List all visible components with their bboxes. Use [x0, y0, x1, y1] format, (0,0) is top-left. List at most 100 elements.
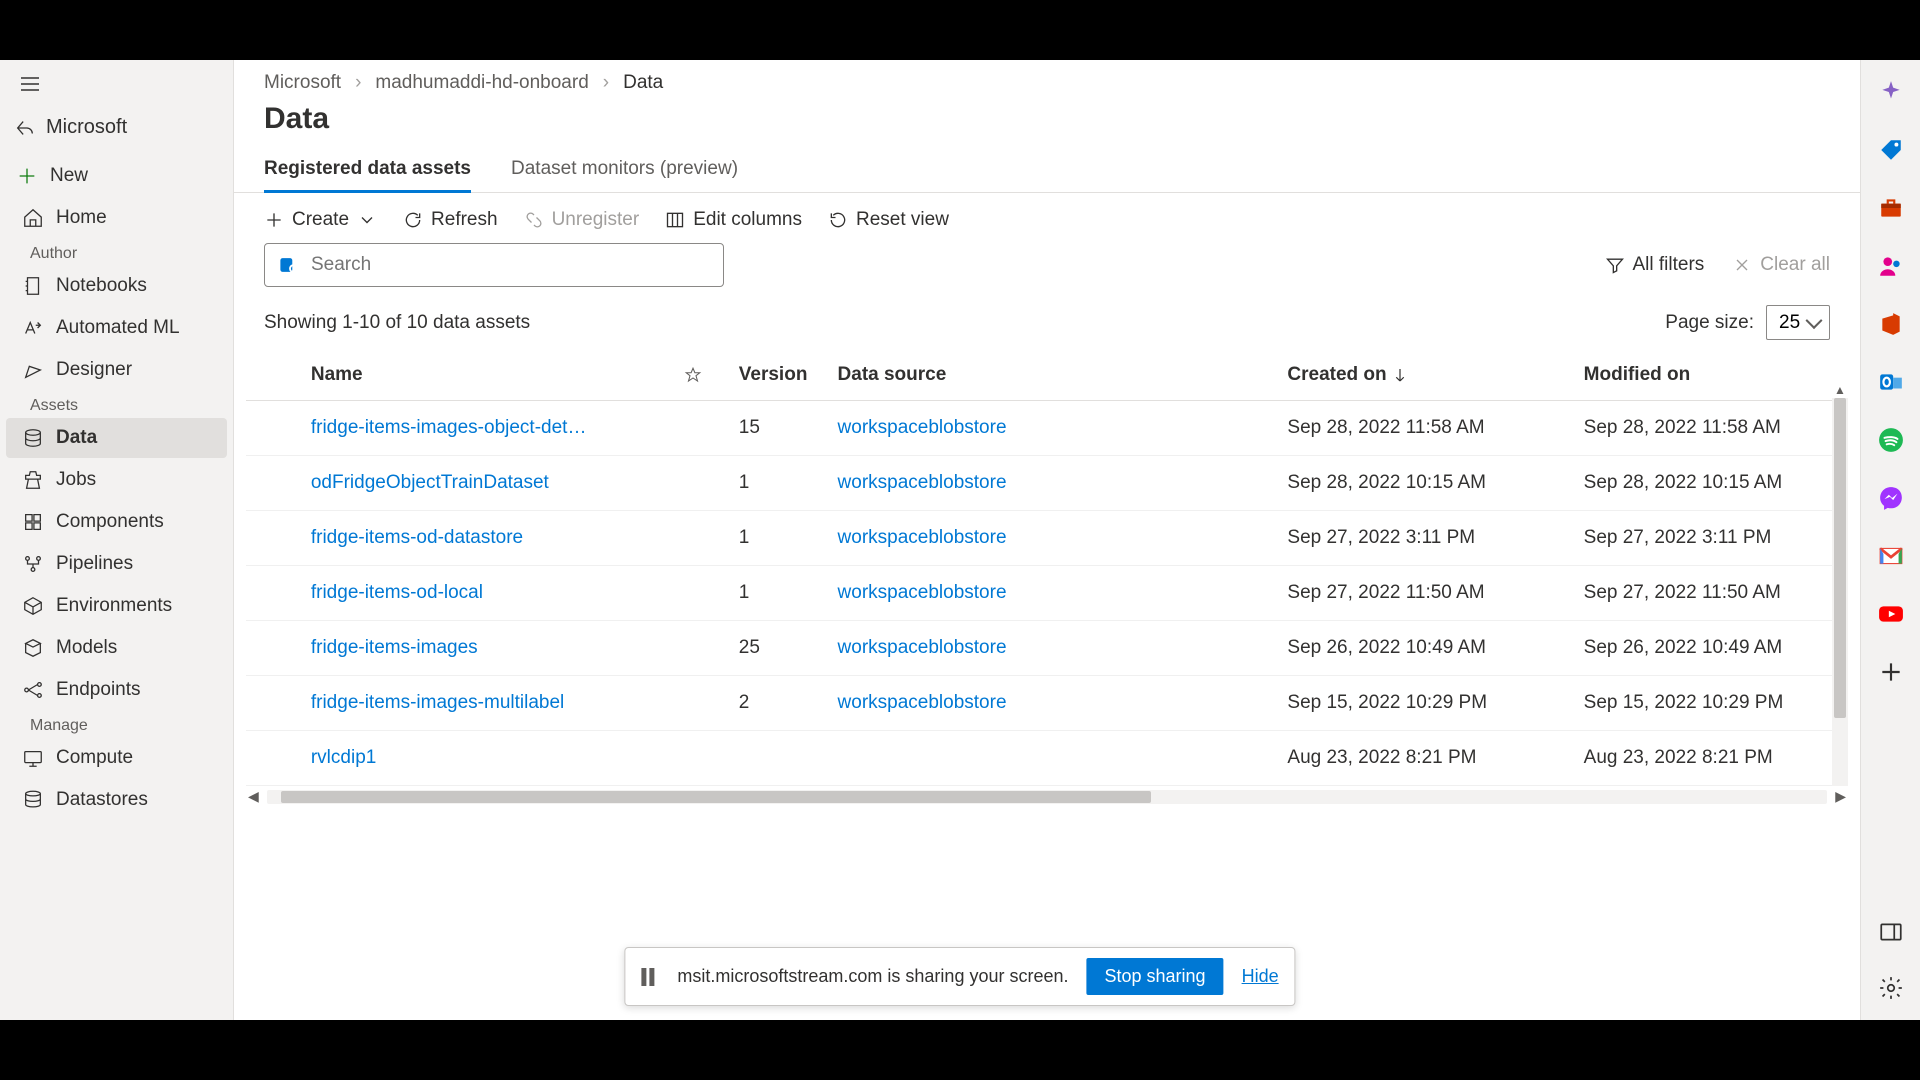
back-to-workspace[interactable]: Microsoft	[0, 108, 233, 155]
add-app-icon[interactable]	[1877, 658, 1905, 686]
favorite-cell[interactable]	[674, 676, 729, 731]
messenger-icon[interactable]	[1877, 484, 1905, 512]
favorite-cell[interactable]	[674, 511, 729, 566]
search-input[interactable]	[311, 254, 709, 276]
sidebar-item-designer[interactable]: Designer	[6, 350, 227, 390]
favorite-cell[interactable]	[674, 401, 729, 456]
asset-name-cell: fridge-items-images-object-det…	[301, 401, 674, 456]
column-modified-on[interactable]: Modified on	[1574, 350, 1848, 401]
scroll-right-icon[interactable]: ▶	[1833, 788, 1848, 805]
stop-sharing-button[interactable]: Stop sharing	[1087, 958, 1224, 995]
settings-icon[interactable]	[1877, 974, 1905, 1002]
asset-name-link[interactable]: fridge-items-od-datastore	[311, 527, 523, 548]
row-checkbox[interactable]	[246, 511, 301, 566]
sidebar-item-home[interactable]: Home	[6, 198, 227, 238]
sidebar-item-notebooks[interactable]: Notebooks	[6, 266, 227, 306]
column-version[interactable]: Version	[729, 350, 828, 401]
data-source-link[interactable]: workspaceblobstore	[838, 637, 1007, 658]
data-source-link[interactable]: workspaceblobstore	[838, 692, 1007, 713]
column-checkbox[interactable]	[246, 350, 301, 401]
refresh-button[interactable]: Refresh	[403, 209, 498, 231]
sidebar-item-environments[interactable]: Environments	[6, 586, 227, 626]
table-row[interactable]: rvlcdip1 Aug 23, 2022 8:21 PM Aug 23, 20…	[246, 731, 1848, 786]
gmail-icon[interactable]	[1877, 542, 1905, 570]
favorite-cell[interactable]	[674, 566, 729, 621]
share-text: msit.microsoftstream.com is sharing your…	[677, 966, 1068, 987]
spotify-icon[interactable]	[1877, 426, 1905, 454]
asset-name-link[interactable]: fridge-items-images	[311, 637, 478, 658]
office-icon[interactable]	[1877, 310, 1905, 338]
data-source-link[interactable]: workspaceblobstore	[838, 417, 1007, 438]
asset-name-link[interactable]: fridge-items-od-local	[311, 582, 483, 603]
asset-name-link[interactable]: fridge-items-images-object-det…	[311, 417, 587, 438]
sidebar-item-datastores[interactable]: Datastores	[6, 780, 227, 820]
data-source-link[interactable]: workspaceblobstore	[838, 582, 1007, 603]
screen-share-notification: msit.microsoftstream.com is sharing your…	[624, 947, 1295, 1006]
panel-icon[interactable]	[1877, 918, 1905, 946]
hide-link[interactable]: Hide	[1242, 966, 1279, 987]
row-checkbox[interactable]	[246, 676, 301, 731]
row-checkbox[interactable]	[246, 456, 301, 511]
row-checkbox[interactable]	[246, 401, 301, 456]
tab-registered-data-assets[interactable]: Registered data assets	[264, 150, 471, 192]
page-size-select[interactable]: 25	[1766, 305, 1830, 340]
vertical-scrollbar[interactable]: ▲ ▼	[1832, 398, 1848, 786]
table-row[interactable]: odFridgeObjectTrainDataset 1 workspacebl…	[246, 456, 1848, 511]
new-button[interactable]: New	[0, 155, 233, 197]
table-row[interactable]: fridge-items-od-datastore 1 workspaceblo…	[246, 511, 1848, 566]
sidebar-item-components[interactable]: Components	[6, 502, 227, 542]
sidebar-item-automated-ml[interactable]: Automated ML	[6, 308, 227, 348]
search-box[interactable]	[264, 243, 724, 287]
breadcrumb-link[interactable]: Microsoft	[264, 72, 341, 94]
scroll-left-icon[interactable]: ◀	[246, 788, 261, 805]
data-source-link[interactable]: workspaceblobstore	[838, 527, 1007, 548]
sidebar-item-pipelines[interactable]: Pipelines	[6, 544, 227, 584]
briefcase-icon[interactable]	[1877, 194, 1905, 222]
table-row[interactable]: fridge-items-images-object-det… 15 works…	[246, 401, 1848, 456]
favorite-cell[interactable]	[674, 456, 729, 511]
favorite-cell[interactable]	[674, 621, 729, 676]
clear-all-button[interactable]: Clear all	[1732, 254, 1830, 276]
row-checkbox[interactable]	[246, 566, 301, 621]
column-favorite[interactable]	[674, 350, 729, 401]
modified-cell: Sep 27, 2022 11:50 AM	[1574, 566, 1848, 621]
sidebar-item-endpoints[interactable]: Endpoints	[6, 670, 227, 710]
sidebar-item-compute[interactable]: Compute	[6, 738, 227, 778]
sidebar-item-jobs[interactable]: Jobs	[6, 460, 227, 500]
outlook-icon[interactable]	[1877, 368, 1905, 396]
version-cell: 2	[729, 676, 828, 731]
scroll-up-icon[interactable]: ▲	[1832, 383, 1848, 397]
edit-columns-button[interactable]: Edit columns	[665, 209, 802, 231]
hamburger-menu-button[interactable]	[0, 60, 233, 108]
tag-icon[interactable]	[1877, 136, 1905, 164]
row-checkbox[interactable]	[246, 621, 301, 676]
youtube-icon[interactable]	[1877, 600, 1905, 628]
copilot-icon[interactable]	[1877, 78, 1905, 106]
asset-name-link[interactable]: odFridgeObjectTrainDataset	[311, 472, 549, 493]
asset-name-link[interactable]: fridge-items-images-multilabel	[311, 692, 564, 713]
environments-icon	[22, 595, 44, 617]
create-button[interactable]: Create	[264, 209, 377, 231]
sidebar-item-data[interactable]: Data	[6, 418, 227, 458]
people-icon[interactable]	[1877, 252, 1905, 280]
table-row[interactable]: fridge-items-images 25 workspaceblobstor…	[246, 621, 1848, 676]
all-filters-button[interactable]: All filters	[1605, 254, 1705, 276]
breadcrumb-link[interactable]: madhumaddi-hd-onboard	[375, 72, 588, 94]
table-row[interactable]: fridge-items-images-multilabel 2 workspa…	[246, 676, 1848, 731]
column-data-source[interactable]: Data source	[828, 350, 1278, 401]
favorite-cell[interactable]	[674, 731, 729, 786]
asset-name-link[interactable]: rvlcdip1	[311, 747, 376, 768]
unregister-button[interactable]: Unregister	[524, 209, 640, 231]
tab-dataset-monitors[interactable]: Dataset monitors (preview)	[511, 150, 738, 192]
scrollbar-thumb[interactable]	[1834, 398, 1846, 718]
reset-view-button[interactable]: Reset view	[828, 209, 949, 231]
button-label: Refresh	[431, 209, 498, 231]
row-checkbox[interactable]	[246, 731, 301, 786]
data-source-link[interactable]: workspaceblobstore	[838, 472, 1007, 493]
column-name[interactable]: Name	[301, 350, 674, 401]
scrollbar-thumb[interactable]	[281, 791, 1151, 803]
column-created-on[interactable]: Created on	[1277, 350, 1573, 401]
sidebar-item-models[interactable]: Models	[6, 628, 227, 668]
table-row[interactable]: fridge-items-od-local 1 workspaceblobsto…	[246, 566, 1848, 621]
horizontal-scrollbar[interactable]: ◀ ▶	[234, 786, 1860, 807]
